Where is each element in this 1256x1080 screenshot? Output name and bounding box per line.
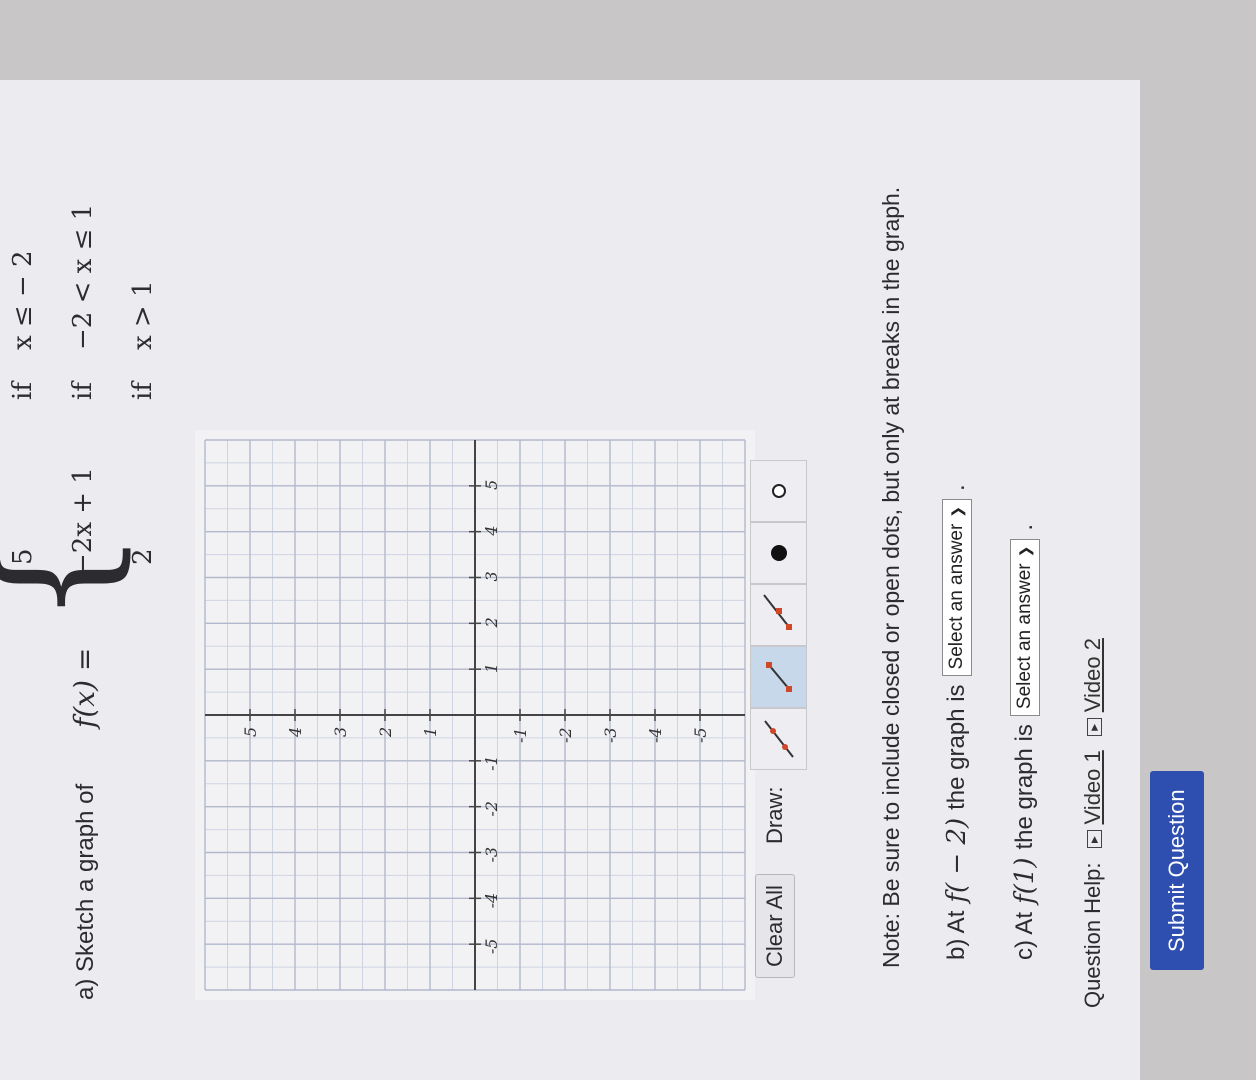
question-help: Question Help: ▶ Video 1 ▶ Video 2 [1080,638,1106,1008]
piece-2-expr: −2x + 1 [68,467,98,575]
part-c-suffix: the graph is [1011,724,1038,850]
function-name: f(x) = [68,647,101,728]
part-b-select-label: Select an answer [946,523,967,670]
video-1-label: Video 1 [1080,750,1105,825]
y-tick-label: 2 [376,727,395,738]
piecewise-brace: { [0,530,142,625]
x-tick-label: 5 [482,480,501,490]
x-tick-label: -2 [482,801,501,817]
part-b-end: . [943,484,970,491]
x-tick-label: 4 [482,525,501,536]
video-icon: ▶ [1086,830,1102,849]
x-tick-label: -4 [482,893,501,909]
y-tick-label: 5 [241,727,260,737]
y-tick-label: 1 [421,727,440,737]
chevron-down-icon: ❯ [1016,545,1033,558]
ray-icon[interactable] [750,584,807,646]
x-tick-label: -5 [482,939,501,955]
chevron-down-icon: ❯ [948,505,965,518]
question-help-label: Question Help: [1080,862,1105,1008]
video-2-link[interactable]: ▶ Video 2 [1080,638,1106,737]
piece-1-cond: x ≤ − 2 [8,250,38,350]
piece-1-expr: 5 [8,548,38,565]
part-b-select[interactable]: Select an answer ❯ [942,498,972,677]
y-tick-label: 4 [286,727,305,738]
x-tick-label: 2 [482,617,501,628]
piece-1-if: if [8,382,38,400]
part-c-fn: f(1) [1010,857,1040,904]
piece-3-if: if [128,382,158,400]
piece-3-expr: 2 [128,548,158,565]
coordinate-grid[interactable]: -5 -4 -3 -2 -1 1 2 3 4 5 5 4 3 2 1 -1 -2 -3 -4 -5 [195,430,755,1000]
piece-2-if: if [68,382,98,400]
part-a-label: a) Sketch a graph of [72,783,99,1000]
graph-canvas[interactable]: -5 -4 -3 -2 -1 1 2 3 4 5 5 4 3 2 1 -1 -2 -3 -4 -5 [195,430,755,1000]
y-tick-label: -4 [646,727,665,743]
x-tick-label: 1 [482,663,501,673]
part-b-fn: f( − 2) [942,817,972,903]
part-b-prefix: b) At [943,910,970,960]
piece-3-cond: x > 1 [128,280,158,350]
y-tick-label: -5 [691,727,710,743]
part-c-row: c) At f(1) the graph is Select an answer… [1010,524,1040,960]
submit-question-button[interactable]: Submit Question [1150,771,1204,970]
open-dot-icon[interactable] [750,460,807,522]
x-tick-label: -3 [482,847,501,863]
part-c-select[interactable]: Select an answer ❯ [1010,538,1040,717]
x-tick-label: -1 [482,755,501,771]
part-b-row: b) At f( − 2) the graph is Select an ans… [942,484,972,960]
y-tick-label: -3 [601,727,620,743]
y-tick-label: -1 [511,727,530,743]
clear-all-button[interactable]: Clear All [755,874,795,978]
segment-icon[interactable] [750,646,807,708]
x-tick-label: 3 [482,571,501,581]
y-tick-label: 3 [331,727,350,737]
y-tick-label: -2 [556,727,575,743]
piece-2-cond: −2 < x ≤ 1 [68,203,98,350]
closed-dot-icon[interactable] [750,522,807,584]
note-text: Note: Be sure to include closed or open … [878,186,904,968]
part-c-select-label: Select an answer [1014,563,1035,710]
video-1-link[interactable]: ▶ Video 1 [1080,750,1106,849]
video-icon: ▶ [1086,718,1102,737]
question-panel: a) Sketch a graph of f(x) = { 5 −2x + 1 … [0,80,1204,1080]
part-c-prefix: c) At [1011,911,1038,960]
video-2-label: Video 2 [1080,638,1105,713]
line-icon[interactable] [750,708,807,770]
part-c-end: . [1011,523,1038,531]
part-b-suffix: the graph is [943,684,970,810]
draw-label: Draw: [762,786,787,844]
